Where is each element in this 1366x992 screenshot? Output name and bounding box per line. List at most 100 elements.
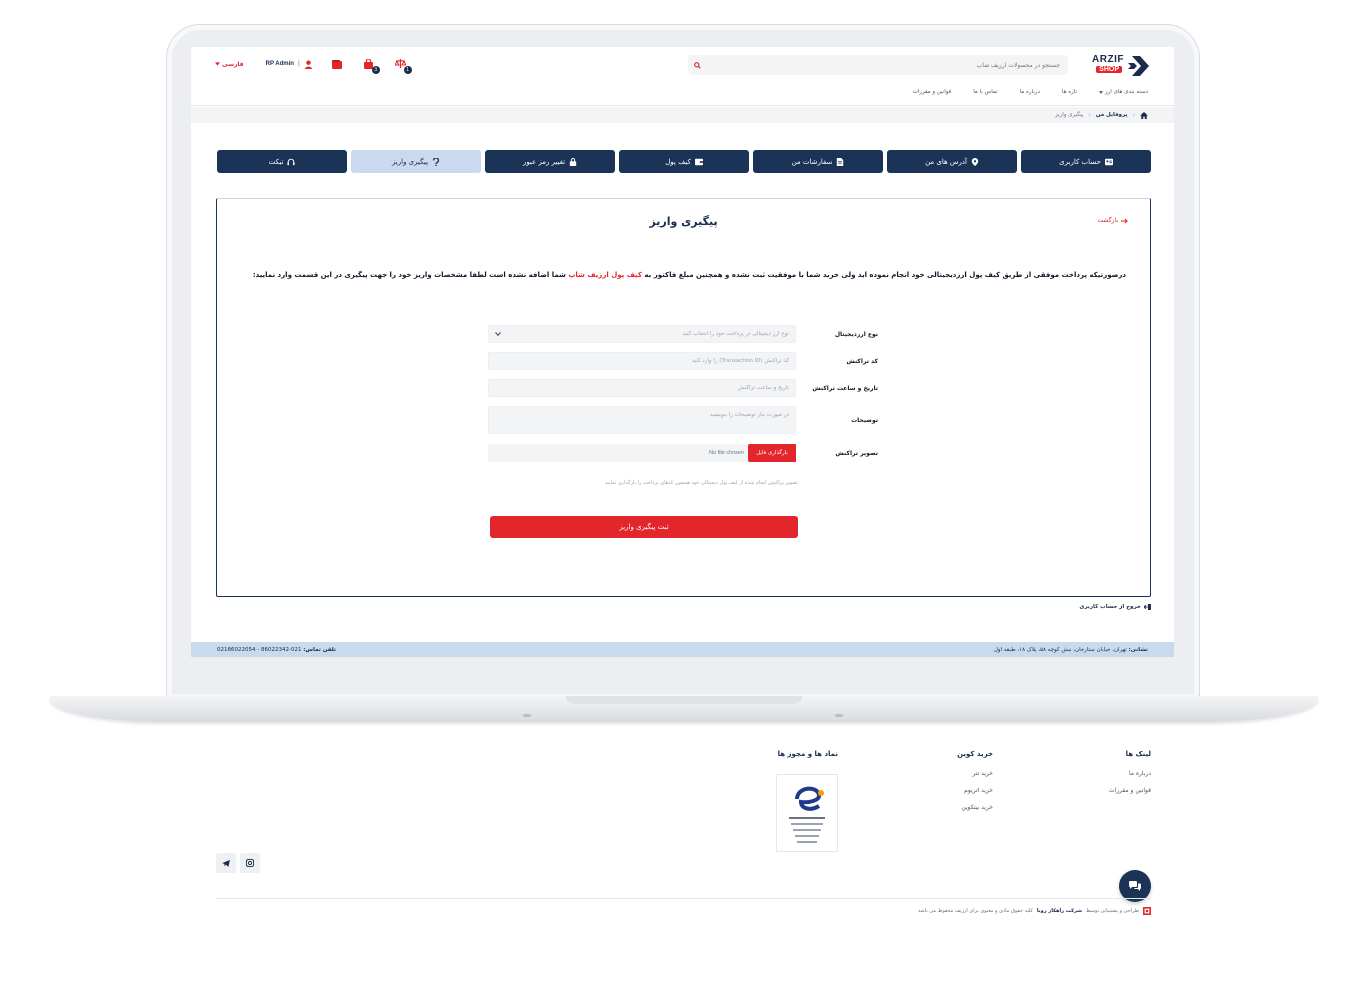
footer-buy-column: خرید کوین خرید تتر خرید اتریوم خرید بیتک… (957, 750, 993, 821)
deposit-tracking-panel: بازگشت پیگیری واریز درصورتیکه پرداخت موف… (216, 198, 1151, 597)
headset-icon (287, 158, 296, 165)
nav-item-about[interactable]: درباره ما (1020, 89, 1040, 95)
txid-input[interactable]: کد تراکنش (Transaction ID) را وارد کنید (488, 352, 796, 370)
wallet-icon (694, 158, 703, 165)
contact-bar: نشانی: تهران، خیابان ستارخان، نبش کوچه ۵… (191, 642, 1174, 657)
footer-divider (216, 898, 1151, 899)
address-value: تهران، خیابان ستارخان، نبش کوچه ۵۸، پلاک… (993, 646, 1127, 653)
breadcrumb-profile[interactable]: پروفایل من (1096, 112, 1128, 118)
laptop-foot (523, 714, 531, 717)
datetime-input[interactable]: تاریخ و ساعت تراکنش (488, 379, 796, 397)
nav-item-rules[interactable]: قوانین و مقررات (913, 89, 952, 95)
company-logo-icon (1143, 907, 1151, 915)
instagram-icon[interactable] (240, 853, 260, 873)
logout-link[interactable]: خروج از حساب کاربری (1079, 604, 1151, 610)
tab-label: تغییر رمز عبور (522, 157, 566, 166)
tab-label: تیکت (268, 157, 284, 166)
image-label: تصویر تراکنش (835, 449, 878, 457)
telegram-icon[interactable] (216, 853, 236, 873)
question-icon (433, 157, 440, 166)
footer-link-rules[interactable]: قوانین و مقررات (1109, 787, 1151, 794)
tab-wallet[interactable]: کیف پول (619, 150, 749, 173)
address-text: نشانی: تهران، خیابان ستارخان، نبش کوچه ۵… (994, 647, 1148, 653)
lock-icon (569, 157, 577, 166)
upload-button[interactable]: بارگذاری فایل (748, 444, 796, 462)
currency-select-value: نوع ارز دیجیتالی در پرداخت خود را انتخاب… (682, 331, 789, 337)
profile-tabs: حساب کاربری آدرس های من سفارشات من کیف پ… (217, 150, 1151, 173)
header-divider (191, 105, 1174, 106)
nav-item-categories[interactable]: دسته بندی های ارز (1098, 89, 1148, 95)
copyright: طراحی و پشتیبانی توسط شرکت راهکار رویا ک… (918, 907, 1151, 915)
image-row: تصویر تراکنش بارگذاری فایل No file chose… (488, 444, 878, 462)
txid-row: کد تراکنش کد تراکنش (Transaction ID) را … (488, 352, 878, 370)
footer-link-buy-bitcoin[interactable]: خرید بیتکوین (957, 804, 993, 811)
tab-label: پیگیری واریز (391, 157, 429, 166)
currency-row: نوع ارزدیجیتال نوع ارز دیجیتالی در پرداخ… (488, 325, 878, 343)
tab-ticket[interactable]: تیکت (217, 150, 347, 173)
search-icon[interactable] (688, 55, 706, 75)
logo-mark-icon (1128, 56, 1149, 76)
copyright-prefix: طراحی و پشتیبانی توسط (1086, 908, 1139, 914)
phone-value: 021-86022342 - 02186022054 (217, 646, 302, 653)
compare-badge: 1 (403, 66, 412, 74)
id-card-icon (1104, 158, 1113, 165)
page-title: پیگیری واریز (649, 215, 718, 228)
logo-text: ARZIF (1092, 54, 1124, 65)
address-label: نشانی: (1128, 646, 1148, 653)
map-pin-icon (971, 157, 979, 166)
file-upload: بارگذاری فایل No file chosen (488, 444, 796, 462)
caret-down-icon (215, 62, 220, 66)
site-footer: لینک ها درباره ما قوانین و مقررات خرید ک… (0, 740, 1366, 970)
intro-text-start: درصورتیکه پرداخت موفقی از طریق کیف پول ا… (644, 271, 1126, 279)
footer-links-column: لینک ها درباره ما قوانین و مقررات (1109, 750, 1151, 804)
user-account-link[interactable]: RP Admin | (266, 60, 313, 69)
language-label: فارسی (222, 60, 244, 68)
enamad-badge[interactable] (776, 774, 838, 852)
nav-item-new[interactable]: تازه ها (1062, 89, 1077, 95)
datetime-row: تاریخ و ساعت تراکنش تاریخ و ساعت تراکنش (488, 379, 878, 397)
site-logo[interactable]: ARZIF SHOP (1088, 53, 1152, 79)
tab-label: سفارشات من (791, 157, 833, 166)
logout-label: خروج از حساب کاربری (1079, 604, 1141, 610)
user-name: RP Admin (265, 61, 294, 67)
breadcrumb-current: پیگیری واریز (1054, 112, 1084, 118)
description-textarea[interactable]: در صورت نیاز توضیحات را بنویسید (488, 406, 796, 434)
main-nav: دسته بندی های ارز تازه ها درباره ما تماس… (891, 89, 1148, 95)
chevron-down-icon (495, 332, 501, 336)
tab-account[interactable]: حساب کاربری (1021, 150, 1151, 173)
currency-select[interactable]: نوع ارز دیجیتالی در پرداخت خود را انتخاب… (488, 325, 796, 343)
search-input[interactable] (706, 61, 1068, 69)
description-label: توضیحات (851, 416, 878, 424)
footer-link-about[interactable]: درباره ما (1109, 770, 1151, 777)
header-toolbar: فارسی RP Admin | 3 1 (215, 56, 412, 74)
language-select[interactable]: فارسی (215, 61, 244, 68)
tab-addresses[interactable]: آدرس های من (887, 150, 1017, 173)
tab-change-password[interactable]: تغییر رمز عبور (485, 150, 615, 173)
sign-out-icon (1144, 604, 1151, 610)
cart-icon[interactable]: 3 (363, 58, 380, 74)
tab-deposit-tracking[interactable]: پیگیری واریز (351, 150, 481, 173)
file-hint: تصویر تراکنش انجام شده از کیف پول دیجیتا… (604, 480, 798, 486)
footer-link-buy-ethereum[interactable]: خرید اتریوم (957, 787, 993, 794)
nav-item-contact[interactable]: تماس با ما (973, 89, 997, 95)
tab-orders[interactable]: سفارشات من (753, 150, 883, 173)
file-icon (837, 157, 844, 166)
breadcrumb-separator: ‹ (1088, 111, 1091, 119)
footer-trust-title: نماد ها و مجوز ها (777, 750, 838, 758)
caret-down-icon (1098, 90, 1103, 94)
intro-wallet-link[interactable]: کیف پول ارزیف شاپ (568, 271, 642, 279)
company-name[interactable]: شرکت راهکار رویا (1037, 908, 1082, 914)
footer-link-buy-tether[interactable]: خرید تتر (957, 770, 993, 777)
breadcrumb: ‹ پروفایل من ‹ پیگیری واریز (191, 107, 1174, 123)
compare-icon[interactable]: 1 (395, 58, 412, 74)
breadcrumb-separator: ‹ (1132, 111, 1135, 119)
home-icon[interactable] (1140, 111, 1148, 119)
txid-label: کد تراکنش (846, 357, 878, 365)
datetime-placeholder: تاریخ و ساعت تراکنش (737, 385, 789, 391)
submit-button[interactable]: ثبت پیگیری واریز (490, 516, 798, 538)
footer-links-title: لینک ها (1125, 750, 1151, 758)
tab-label: کیف پول (665, 157, 691, 166)
wallet-icon[interactable] (331, 58, 343, 70)
datetime-label: تاریخ و ساعت تراکنش (812, 384, 878, 392)
laptop-foot (835, 714, 843, 717)
